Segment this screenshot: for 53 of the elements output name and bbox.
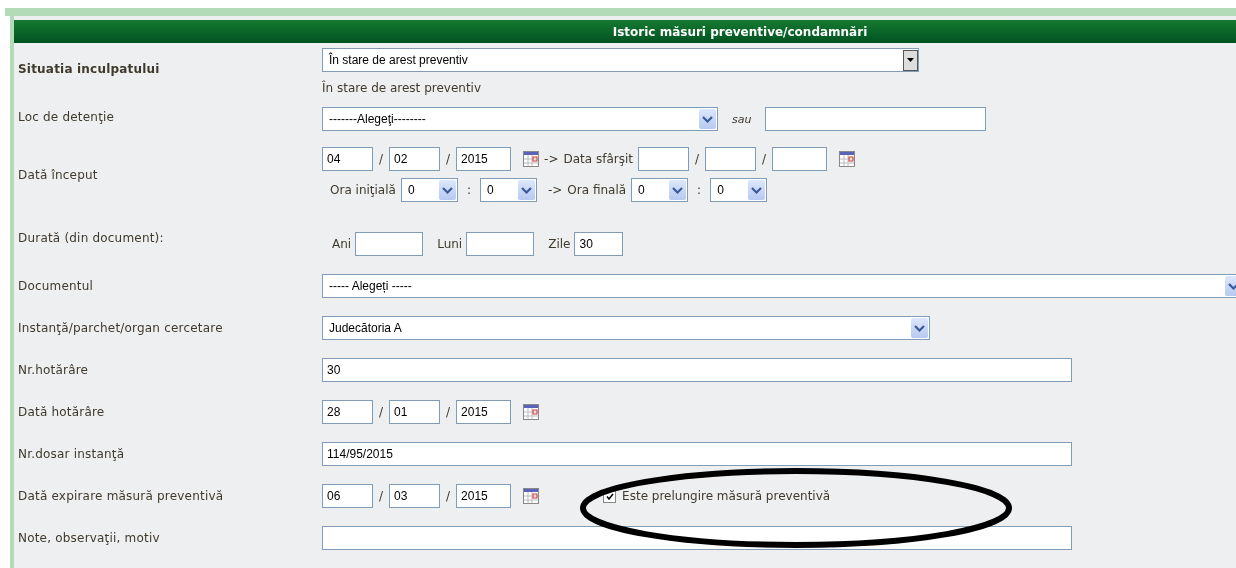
field-label: Luni	[437, 237, 463, 251]
field-label: Data sfârşit	[563, 152, 633, 166]
date-separator: /	[446, 405, 451, 419]
field-label: Nr.dosar instanţă	[18, 447, 126, 461]
section-header: Istoric măsuri preventive/condamnări	[14, 20, 1236, 43]
date-separator: /	[695, 152, 700, 166]
dropdown[interactable]: 0	[710, 178, 768, 202]
field-label: Situatia inculpatului	[18, 62, 161, 76]
month-field[interactable]: 02	[389, 147, 441, 171]
arrow-text: ->	[547, 183, 563, 197]
year-field[interactable]: 2015	[456, 147, 512, 171]
month-field[interactable]: 01	[389, 400, 441, 424]
dropdown[interactable]: 0	[631, 178, 689, 202]
field-label: Zile	[548, 237, 571, 251]
day-field[interactable]: 04	[322, 147, 373, 171]
year-field[interactable]: 2015	[456, 484, 512, 508]
field-label: Dată hotărâre	[18, 405, 106, 419]
field-label: Instanţă/parchet/organ cercetare	[18, 321, 224, 335]
dropdown[interactable]: 0	[400, 178, 458, 202]
field-label: Ora iniţială	[330, 183, 396, 197]
dropdown[interactable]: În stare de arest preventiv	[322, 48, 919, 72]
time-separator: :	[697, 183, 702, 197]
field-label: Ora finală	[567, 183, 627, 197]
dropdown[interactable]: Judecătoria A	[322, 316, 930, 340]
date-separator: /	[762, 152, 767, 166]
text-field[interactable]: 114/95/2015	[322, 442, 1072, 466]
dropdown[interactable]: ----- Alegeți -----	[322, 274, 1236, 298]
dropdown[interactable]: 0	[479, 178, 537, 202]
date-separator: /	[446, 489, 451, 503]
field-label: Documentul	[18, 279, 95, 293]
field-label: Note, observaţii, motiv	[18, 531, 161, 545]
or-text: sau	[732, 112, 752, 126]
field-label: Nr.hotărâre	[18, 363, 90, 377]
field-label: Dată început	[18, 167, 99, 182]
day-field[interactable]: 28	[322, 400, 373, 424]
date-separator: /	[446, 152, 451, 166]
dropdown[interactable]: -------Alegeţi--------	[322, 107, 718, 131]
checkbox-label: Este prelungire măsură preventivă	[622, 489, 831, 503]
field-label: Loc de detenţie	[18, 110, 116, 124]
field-label: Dată expirare măsură preventivă	[18, 489, 225, 503]
field-label: Durată (din document):	[18, 230, 165, 245]
number-field[interactable]: 30	[574, 232, 624, 256]
date-separator: /	[379, 152, 384, 166]
year-field[interactable]: 2015	[456, 400, 512, 424]
date-separator: /	[379, 489, 384, 503]
arrow-text: ->	[544, 152, 559, 166]
date-separator: /	[379, 405, 384, 419]
day-field[interactable]: 06	[322, 484, 373, 508]
field-label: Ani	[332, 237, 352, 251]
text-field[interactable]: 30	[322, 358, 1072, 382]
time-separator: :	[466, 183, 471, 197]
month-field[interactable]: 03	[389, 484, 441, 508]
selected-value-text: În stare de arest preventiv	[322, 81, 483, 95]
